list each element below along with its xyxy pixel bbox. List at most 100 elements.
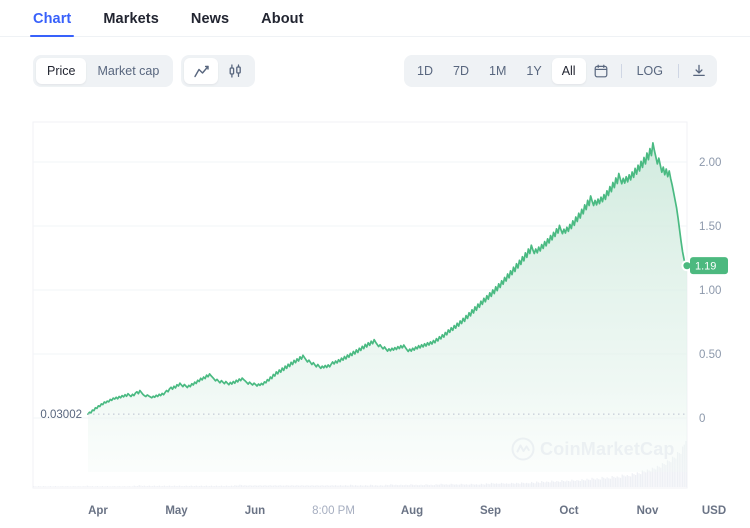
volume-bar <box>264 485 266 487</box>
range-option-1y[interactable]: 1Y <box>516 58 551 84</box>
volume-bar <box>452 484 454 487</box>
volume-bar <box>81 486 83 487</box>
volume-bar <box>422 485 424 487</box>
volume-bar <box>393 485 395 487</box>
volume-bar <box>147 486 149 487</box>
volume-bar <box>381 485 384 487</box>
range-option-7d[interactable]: 7D <box>443 58 479 84</box>
volume-bar <box>276 485 278 487</box>
volume-bar <box>64 486 67 487</box>
volume-bar <box>536 481 538 487</box>
volume-bar <box>569 481 571 487</box>
volume-bar <box>427 484 429 487</box>
volume-bar <box>230 485 233 487</box>
volume-bar <box>338 485 340 487</box>
volume-bar <box>210 485 213 487</box>
volume-bar <box>195 485 197 487</box>
volume-bar <box>257 485 259 487</box>
volume-bar <box>619 477 622 487</box>
volume-bar <box>583 480 585 487</box>
volume-bar <box>217 486 219 487</box>
volume-bar <box>313 485 315 487</box>
tab-news-label: News <box>190 11 230 27</box>
volume-bar <box>626 475 628 487</box>
volume-bar <box>564 481 566 487</box>
current-price-badge: 1.19 <box>690 257 728 275</box>
volume-bar <box>125 486 127 487</box>
volume-bar <box>349 484 352 487</box>
volume-bar <box>120 486 122 487</box>
volume-bar <box>207 486 209 487</box>
volume-bar <box>356 485 358 487</box>
line-chart-icon[interactable] <box>184 58 219 84</box>
volume-bar <box>49 486 52 487</box>
x-axis-tick: 8:00 PM <box>312 505 355 517</box>
volume-bar <box>455 484 457 487</box>
price-chart-container[interactable]: CoinMarketCap 0.03002 1.19 00.501.001.50… <box>0 110 750 528</box>
volume-bar <box>71 486 73 487</box>
volume-bar <box>88 486 90 487</box>
volume-bar <box>209 486 211 487</box>
x-axis-labels: Apr May Jun 8:00 PM Aug Sep Oct Nov <box>88 505 659 517</box>
volume-bar <box>204 486 206 487</box>
calendar-icon[interactable] <box>586 58 616 84</box>
volume-bar <box>559 481 561 487</box>
volume-bar <box>411 484 414 487</box>
x-axis-tick: Oct <box>559 505 578 517</box>
volume-bar <box>118 486 120 487</box>
volume-bar <box>142 486 144 487</box>
volume-bar <box>333 485 335 487</box>
volume-bar <box>183 486 186 487</box>
volume-bar <box>505 483 508 487</box>
candlestick-chart-icon[interactable] <box>218 58 252 84</box>
volume-bar <box>391 484 394 487</box>
volume-bar <box>240 485 243 487</box>
volume-bar <box>547 481 550 487</box>
volume-bar <box>309 485 311 487</box>
x-axis-tick: Apr <box>88 505 108 517</box>
volume-bar <box>531 481 533 487</box>
volume-bar <box>353 485 355 487</box>
metric-option-price[interactable]: Price <box>36 58 87 84</box>
volume-bar <box>646 469 649 487</box>
range-option-1d[interactable]: 1D <box>407 58 443 84</box>
range-option-1m[interactable]: 1M <box>479 58 516 84</box>
volume-bar <box>74 486 77 487</box>
volume-bar <box>291 485 293 487</box>
volume-bar <box>224 486 226 487</box>
volume-bar <box>385 484 387 487</box>
volume-bar <box>121 486 124 487</box>
tab-news[interactable]: News <box>188 11 232 36</box>
volume-bar <box>479 484 481 487</box>
volume-bar <box>93 486 95 487</box>
range-option-all[interactable]: All <box>551 58 586 84</box>
volume-bar <box>552 481 555 487</box>
volume-bar <box>591 477 593 487</box>
volume-bar <box>239 484 241 487</box>
volume-bar <box>494 483 496 487</box>
tab-about[interactable]: About <box>258 11 306 36</box>
volume-bar <box>400 484 402 487</box>
volume-bar <box>289 485 291 487</box>
metric-option-market-cap[interactable]: Market cap <box>86 58 170 84</box>
volume-bar <box>334 485 337 487</box>
volume-bar <box>418 485 420 487</box>
download-icon[interactable] <box>684 58 714 84</box>
log-scale-button[interactable]: LOG <box>627 58 673 84</box>
tab-chart[interactable]: Chart <box>30 11 75 37</box>
volume-bar <box>302 485 305 487</box>
volume-bar <box>593 478 595 487</box>
volume-bar <box>78 486 80 487</box>
y-axis-labels: 0 0.50 1.00 1.50 2.00 <box>699 157 721 425</box>
volume-bar <box>609 478 612 487</box>
volume-bar <box>148 485 150 487</box>
tab-markets[interactable]: Markets <box>100 11 162 36</box>
price-chart-svg[interactable]: CoinMarketCap 0.03002 1.19 00.501.001.50… <box>0 110 750 528</box>
volume-bar <box>56 486 58 487</box>
volume-bar <box>386 485 389 487</box>
y-axis-tick: 0 <box>699 413 705 425</box>
volume-bar <box>465 484 467 487</box>
volume-bar <box>306 485 308 487</box>
volume-bar <box>314 485 316 487</box>
volume-bar <box>41 486 43 487</box>
